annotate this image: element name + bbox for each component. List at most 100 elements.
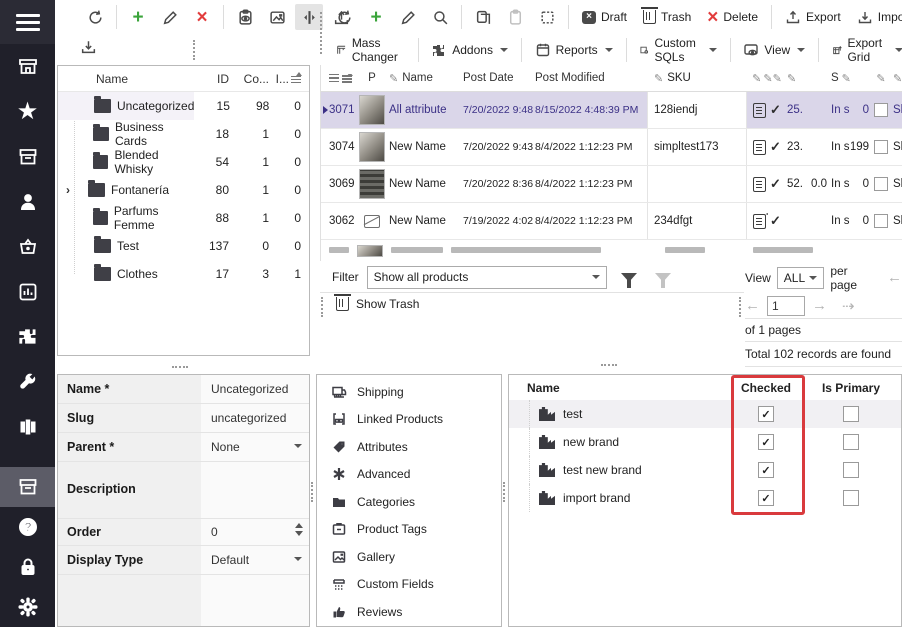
refresh-products-button[interactable]: [330, 4, 358, 30]
sidebar-item-favorites[interactable]: ★: [0, 89, 55, 134]
category-row[interactable]: Blended Whisky 54 1 0: [58, 148, 309, 176]
field-display-type-select[interactable]: Default: [201, 546, 309, 574]
category-row[interactable]: Fontanería 80 1 0: [58, 176, 309, 204]
split-view-button[interactable]: [295, 4, 323, 30]
product-row[interactable]: 3071 All attribute 7/20/2022 9:48 8/15/2…: [321, 92, 902, 129]
image-button[interactable]: [263, 4, 291, 30]
column-product-name[interactable]: Name: [402, 72, 433, 84]
column-is-primary[interactable]: Is Primary: [801, 381, 901, 395]
column-brand-name[interactable]: Name: [509, 381, 731, 395]
next-page-icon[interactable]: →: [812, 297, 827, 314]
product-row[interactable]: 3069 New Name 7/20/2022 8:36 8/4/2022 1:…: [321, 166, 902, 203]
drag-handle[interactable]: [172, 366, 188, 368]
show-trash-toggle[interactable]: Show Trash: [336, 297, 419, 311]
sidebar-item-store[interactable]: [0, 44, 55, 89]
drag-handle[interactable]: [739, 297, 741, 317]
delete-category-button[interactable]: ×: [188, 4, 216, 30]
reports-button[interactable]: Reports: [529, 39, 619, 61]
sidebar-item-settings[interactable]: [0, 587, 55, 627]
sidebar-item-orders[interactable]: [0, 224, 55, 269]
collapse-left-icon[interactable]: ←: [887, 269, 902, 286]
product-checkbox[interactable]: [874, 214, 888, 228]
checked-checkbox[interactable]: [758, 434, 774, 450]
section-item-linked-products[interactable]: Linked Products: [317, 406, 501, 434]
import-button[interactable]: Import: [851, 6, 902, 28]
section-item-shipping[interactable]: Shipping: [317, 378, 501, 406]
drag-handle[interactable]: [321, 297, 323, 317]
column-id[interactable]: ID: [193, 72, 233, 86]
category-tree-header[interactable]: Name ID Co... I...: [58, 66, 309, 92]
custom-sqls-button[interactable]: Custom SQLs: [633, 33, 722, 67]
column-s[interactable]: S: [831, 72, 839, 84]
checked-checkbox[interactable]: [758, 462, 774, 478]
product-checkbox[interactable]: [874, 103, 888, 117]
paste-button[interactable]: [501, 4, 529, 30]
product-row[interactable]: 3062 New Name 7/19/2022 4:02 8/4/2022 1:…: [321, 203, 902, 240]
category-row[interactable]: Test 137 0 0: [58, 232, 309, 260]
checked-checkbox[interactable]: [758, 406, 774, 422]
section-item-product-tags[interactable]: Product Tags: [317, 516, 501, 544]
column-checked[interactable]: Checked: [731, 381, 801, 395]
refresh-button[interactable]: [81, 4, 109, 30]
delete-button[interactable]: × Delete: [701, 5, 764, 30]
filter-select[interactable]: Show all products: [367, 266, 607, 289]
brand-row[interactable]: test: [509, 400, 901, 428]
funnel-icon[interactable]: [621, 273, 637, 282]
product-grid-header[interactable]: P ✎Name Post Date Post Modified ✎SKU ✎✎✎…: [321, 65, 902, 92]
trash-button[interactable]: Trash: [637, 7, 697, 27]
sidebar-item-customers[interactable]: [0, 179, 55, 224]
brand-row[interactable]: test new brand: [509, 456, 901, 484]
section-item-categories[interactable]: Categories: [317, 488, 501, 516]
drag-handle[interactable]: [601, 364, 617, 366]
per-page-select[interactable]: ALL: [777, 267, 825, 289]
is-primary-checkbox[interactable]: [843, 406, 859, 422]
category-row[interactable]: Uncategorized 15 98 0: [58, 92, 309, 120]
paste-special-button[interactable]: [533, 4, 561, 30]
add-category-button[interactable]: +: [124, 4, 152, 30]
addons-button[interactable]: Addons: [425, 39, 514, 61]
product-checkbox[interactable]: [874, 177, 888, 191]
view-button[interactable]: View: [737, 39, 811, 61]
export-button[interactable]: Export: [779, 6, 847, 28]
field-name-value[interactable]: Uncategorized: [201, 375, 309, 403]
section-item-gallery[interactable]: Gallery: [317, 543, 501, 571]
sidebar-item-help[interactable]: ?: [0, 507, 55, 547]
funnel-clear-icon[interactable]: [655, 273, 671, 282]
field-parent-select[interactable]: None: [201, 433, 309, 461]
sidebar-item-layout[interactable]: [0, 404, 55, 449]
section-item-attributes[interactable]: Attributes: [317, 433, 501, 461]
sidebar-item-statistics[interactable]: [0, 269, 55, 314]
field-slug-value[interactable]: uncategorized: [201, 404, 309, 432]
column-extra[interactable]: I...: [275, 72, 309, 86]
download-button[interactable]: [74, 33, 102, 59]
field-order-stepper[interactable]: 0: [201, 519, 309, 545]
drag-handle[interactable]: [503, 482, 505, 502]
export-grid-button[interactable]: Export Grid: [826, 33, 902, 67]
is-primary-checkbox[interactable]: [843, 434, 859, 450]
sidebar-item-products[interactable]: [0, 134, 55, 179]
is-primary-checkbox[interactable]: [843, 462, 859, 478]
column-count[interactable]: Co...: [233, 72, 275, 86]
column-post-date[interactable]: Post Date: [463, 72, 535, 84]
category-row[interactable]: Business Cards 18 1 0: [58, 120, 309, 148]
last-page-icon[interactable]: ⇢: [842, 297, 855, 315]
menu-button[interactable]: [0, 0, 55, 44]
draft-button[interactable]: × Draft: [576, 7, 633, 27]
prev-page-icon[interactable]: ←: [745, 297, 760, 314]
drag-handle[interactable]: [193, 40, 195, 60]
page-input[interactable]: [767, 296, 805, 316]
mass-changer-button[interactable]: * Mass Changer: [330, 33, 411, 67]
sidebar-item-tools[interactable]: [0, 359, 55, 404]
column-post-modified[interactable]: Post Modified: [535, 72, 647, 84]
stepper-arrows-icon[interactable]: [295, 523, 303, 536]
section-item-custom-fields[interactable]: Custom Fields: [317, 571, 501, 599]
column-p[interactable]: P: [355, 72, 389, 84]
brand-row[interactable]: import brand: [509, 484, 901, 512]
sidebar-item-addons[interactable]: [0, 314, 55, 359]
preview-button[interactable]: [231, 4, 259, 30]
checked-checkbox[interactable]: [758, 490, 774, 506]
drag-handle[interactable]: [320, 12, 322, 54]
category-row[interactable]: Parfums Femme 88 1 0: [58, 204, 309, 232]
search-button[interactable]: [426, 4, 454, 30]
expander-icon[interactable]: [66, 183, 78, 197]
